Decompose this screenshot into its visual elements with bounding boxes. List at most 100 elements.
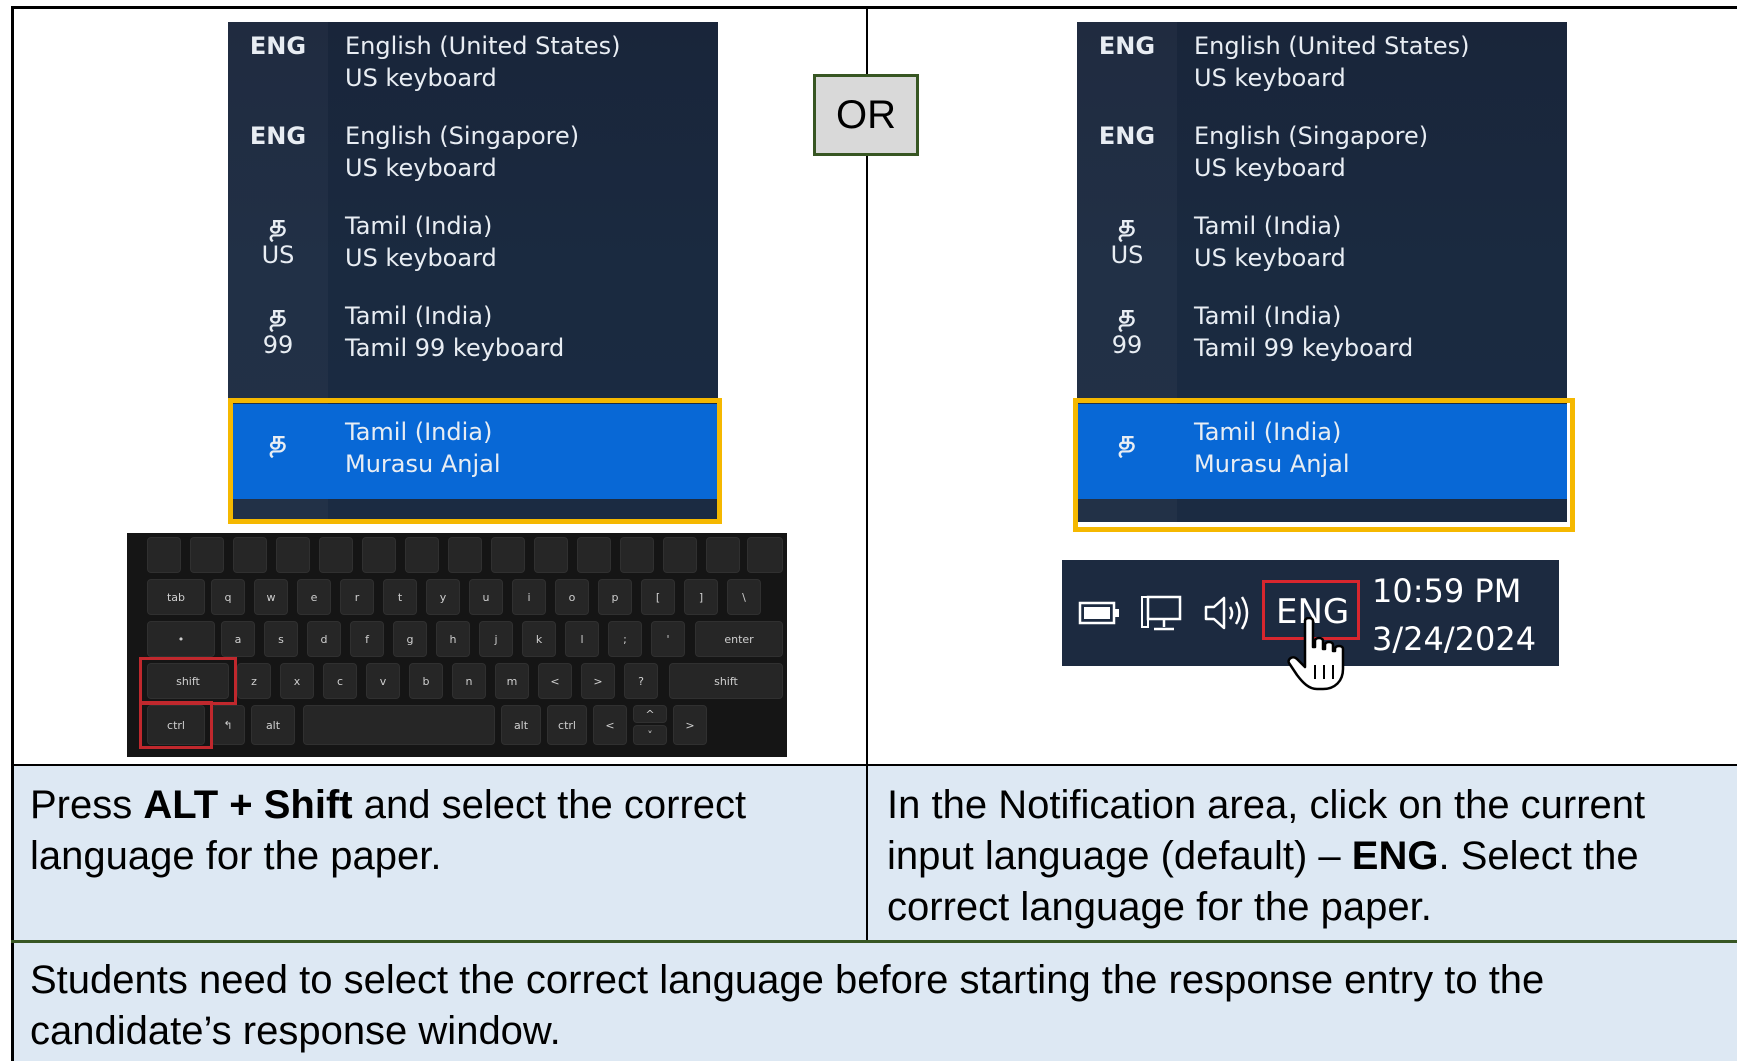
- keyboard-key: [747, 537, 783, 573]
- layout-code: US: [1110, 241, 1144, 269]
- battery-icon[interactable]: [1078, 600, 1120, 626]
- keyboard-key: q: [211, 579, 245, 615]
- language-name: English (United States): [345, 32, 621, 60]
- keyboard-layout-name: Tamil 99 keyboard: [345, 334, 565, 362]
- keyboard-key: a: [221, 621, 255, 657]
- language-name: English (Singapore): [1194, 122, 1429, 150]
- keyboard-key: [491, 537, 525, 573]
- tamil-glyph-icon: த 99: [1095, 300, 1159, 360]
- key-space: [303, 705, 495, 745]
- keyboard-key: [534, 537, 568, 573]
- language-option[interactable]: ENG English (Singapore) US keyboard: [228, 112, 718, 212]
- caption-right-eng: ENG: [1351, 834, 1439, 878]
- keyboard-key: ↰: [211, 705, 245, 745]
- language-option[interactable]: த US Tamil (India) US keyboard: [228, 202, 718, 302]
- language-option[interactable]: ENG English (United States) US keyboard: [228, 22, 718, 122]
- keyboard-layout-name: US keyboard: [1194, 244, 1346, 272]
- keyboard-key: o: [555, 579, 589, 615]
- keyboard-key: n: [452, 663, 486, 699]
- keyboard-key: b: [409, 663, 443, 699]
- keyboard-key: i: [512, 579, 546, 615]
- key-arrow-down: ˅: [633, 725, 667, 745]
- or-label: OR: [813, 74, 919, 156]
- key-arrow-up: ^: [633, 705, 667, 723]
- keyboard-layout-name: US keyboard: [345, 154, 497, 182]
- language-name: English (Singapore): [345, 122, 580, 150]
- keyboard-key: k: [522, 621, 556, 657]
- tamil-glyph-icon: த 99: [246, 300, 310, 360]
- keyboard-layout-name: US keyboard: [345, 244, 497, 272]
- keyboard-key: m: [495, 663, 529, 699]
- language-name: Tamil (India): [345, 302, 493, 330]
- keyboard-key: v: [366, 663, 400, 699]
- keyboard-key: [190, 537, 224, 573]
- key-alt: alt: [251, 705, 295, 745]
- caption-left-text: Press: [30, 783, 144, 827]
- keyboard-image: tab q w e r t y u i o p[] \ • a s d f g h j k l; ' enter shift z x…: [127, 533, 787, 757]
- keyboard-key: \: [727, 579, 761, 615]
- keyboard-key: ?: [624, 663, 658, 699]
- keyboard-key: u: [469, 579, 503, 615]
- keyboard-key: [663, 537, 697, 573]
- language-option[interactable]: த 99 Tamil (India) Tamil 99 keyboard: [228, 292, 718, 392]
- keyboard-key: d: [307, 621, 341, 657]
- keyboard-key: [577, 537, 611, 573]
- keyboard-key: ;: [608, 621, 642, 657]
- key-shift-right: shift: [669, 663, 783, 699]
- language-name: Tamil (India): [1194, 302, 1342, 330]
- language-code: ENG: [249, 122, 307, 150]
- selection-highlight-right: [1073, 398, 1575, 532]
- keyboard-key: x: [280, 663, 314, 699]
- key-enter: enter: [695, 621, 783, 657]
- keyboard-key: z: [237, 663, 271, 699]
- key-arrow-left: <: [593, 705, 627, 745]
- caption-left: Press ALT + Shift and select the correct…: [14, 766, 866, 940]
- caption-bottom-note: Students need to select the correct lang…: [14, 943, 1737, 1061]
- keyboard-key: f: [350, 621, 384, 657]
- language-option[interactable]: த 99 Tamil (India) Tamil 99 keyboard: [1077, 292, 1567, 392]
- language-option[interactable]: ENG English (United States) US keyboard: [1077, 22, 1567, 122]
- keyboard-key: [276, 537, 310, 573]
- keyboard-layout-name: US keyboard: [1194, 154, 1346, 182]
- keyboard-key: c: [323, 663, 357, 699]
- volume-icon[interactable]: [1202, 592, 1254, 634]
- tamil-glyph-icon: த US: [246, 210, 310, 270]
- keyboard-key: [448, 537, 482, 573]
- keyboard-key: [405, 537, 439, 573]
- ctrl-key-highlight: [139, 701, 213, 749]
- language-option[interactable]: த US Tamil (India) US keyboard: [1077, 202, 1567, 302]
- shift-key-highlight: [139, 657, 237, 705]
- language-code: ENG: [249, 32, 307, 60]
- keyboard-key: h: [436, 621, 470, 657]
- key-tab: tab: [147, 579, 205, 615]
- language-code: ENG: [1098, 32, 1156, 60]
- keyboard-key: <: [538, 663, 572, 699]
- layout-code: 99: [1111, 331, 1143, 359]
- keyboard-key: ]: [684, 579, 718, 615]
- keyboard-key: r: [340, 579, 374, 615]
- language-glyph: த: [1118, 300, 1136, 330]
- language-glyph: த: [1118, 210, 1136, 240]
- keyboard-layout-name: Tamil 99 keyboard: [1194, 334, 1414, 362]
- key-alt: alt: [501, 705, 541, 745]
- keyboard-key: e: [297, 579, 331, 615]
- keyboard-key: y: [426, 579, 460, 615]
- keyboard-key: [233, 537, 267, 573]
- keyboard-layout-name: US keyboard: [345, 64, 497, 92]
- layout-code: US: [261, 241, 295, 269]
- clock-date[interactable]: 3/24/2024: [1372, 620, 1536, 658]
- keyboard-key: g: [393, 621, 427, 657]
- clock-time[interactable]: 10:59 PM: [1372, 572, 1521, 610]
- network-icon[interactable]: [1140, 594, 1184, 634]
- caption-left-keys: ALT + Shift: [143, 783, 353, 827]
- language-glyph: த: [269, 210, 287, 240]
- tamil-glyph-icon: த US: [1095, 210, 1159, 270]
- selection-highlight-left: [228, 398, 722, 524]
- language-glyph: த: [269, 300, 287, 330]
- caption-right: In the Notification area, click on the c…: [868, 766, 1737, 940]
- language-option[interactable]: ENG English (Singapore) US keyboard: [1077, 112, 1567, 212]
- keyboard-layout-name: US keyboard: [1194, 64, 1346, 92]
- keyboard-key: t: [383, 579, 417, 615]
- keyboard-key: j: [479, 621, 513, 657]
- keyboard-key: p: [598, 579, 632, 615]
